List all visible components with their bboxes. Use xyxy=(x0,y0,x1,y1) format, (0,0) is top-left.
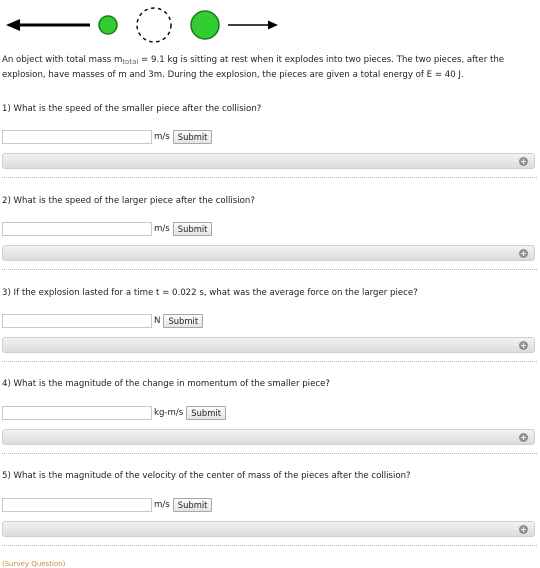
help-bar-4[interactable]: + xyxy=(2,429,535,445)
question-2: 2) What is the speed of the larger piece… xyxy=(2,195,538,261)
expand-plus-icon[interactable]: + xyxy=(519,249,528,258)
expand-plus-icon[interactable]: + xyxy=(519,433,528,442)
large-piece-circle xyxy=(190,10,220,40)
question-divider xyxy=(2,269,537,270)
question-5: 5) What is the magnitude of the velocity… xyxy=(2,470,538,537)
answer-input-1[interactable] xyxy=(2,130,152,144)
unit-label-5: m/s xyxy=(154,500,170,510)
unit-label-2: m/s xyxy=(154,224,170,234)
expand-plus-icon[interactable]: + xyxy=(519,525,528,534)
expand-plus-icon[interactable]: + xyxy=(519,157,528,166)
unit-label-4: kg-m/s xyxy=(154,408,184,418)
submit-button-2[interactable]: Submit xyxy=(172,222,213,236)
submit-button-4[interactable]: Submit xyxy=(186,406,226,420)
answer-row-3: N Submit xyxy=(2,313,204,329)
help-bar-1[interactable]: + xyxy=(2,153,535,169)
answer-input-4[interactable] xyxy=(2,406,152,420)
question-4-text: 4) What is the magnitude of the change i… xyxy=(2,379,330,389)
unit-label-1: m/s xyxy=(154,132,170,142)
question-divider xyxy=(2,453,537,454)
small-piece-circle xyxy=(98,15,118,35)
answer-row-5: m/s Submit xyxy=(2,497,213,513)
question-divider xyxy=(2,545,537,546)
submit-button-3[interactable]: Submit xyxy=(163,314,204,328)
answer-row-4: kg-m/s Submit xyxy=(2,405,226,421)
answer-input-5[interactable] xyxy=(2,498,152,512)
question-divider xyxy=(2,177,537,178)
question-5-text: 5) What is the magnitude of the velocity… xyxy=(2,471,411,481)
original-object-dashed-circle xyxy=(136,7,172,43)
expand-plus-icon[interactable]: + xyxy=(519,341,528,350)
answer-input-2[interactable] xyxy=(2,222,152,236)
left-arrow-head xyxy=(6,19,20,31)
question-3-text: 3) If the explosion lasted for a time t … xyxy=(2,288,418,298)
help-bar-3[interactable]: + xyxy=(2,337,535,353)
help-bar-5[interactable]: + xyxy=(2,521,535,537)
question-1: 1) What is the speed of the smaller piec… xyxy=(2,103,538,169)
answer-row-1: m/s Submit xyxy=(2,129,213,145)
help-bar-2[interactable]: + xyxy=(2,245,535,261)
question-2-text: 2) What is the speed of the larger piece… xyxy=(2,196,255,206)
survey-question-link[interactable]: (Survey Question) xyxy=(2,560,65,568)
problem-statement: An object with total mass mtotal = 9.1 k… xyxy=(2,54,532,82)
explosion-diagram xyxy=(6,7,278,43)
mass-subscript: total xyxy=(122,58,139,66)
question-1-text: 1) What is the speed of the smaller piec… xyxy=(2,104,262,114)
submit-button-1[interactable]: Submit xyxy=(172,130,213,144)
answer-row-2: m/s Submit xyxy=(2,221,213,237)
question-divider xyxy=(2,361,537,362)
answer-input-3[interactable] xyxy=(2,314,152,328)
submit-button-5[interactable]: Submit xyxy=(172,498,213,512)
question-4: 4) What is the magnitude of the change i… xyxy=(2,378,538,445)
right-arrow-head xyxy=(268,20,278,30)
intro-text-part1: An object with total mass m xyxy=(2,55,123,65)
unit-label-3: N xyxy=(154,316,161,326)
question-3: 3) If the explosion lasted for a time t … xyxy=(2,287,538,353)
